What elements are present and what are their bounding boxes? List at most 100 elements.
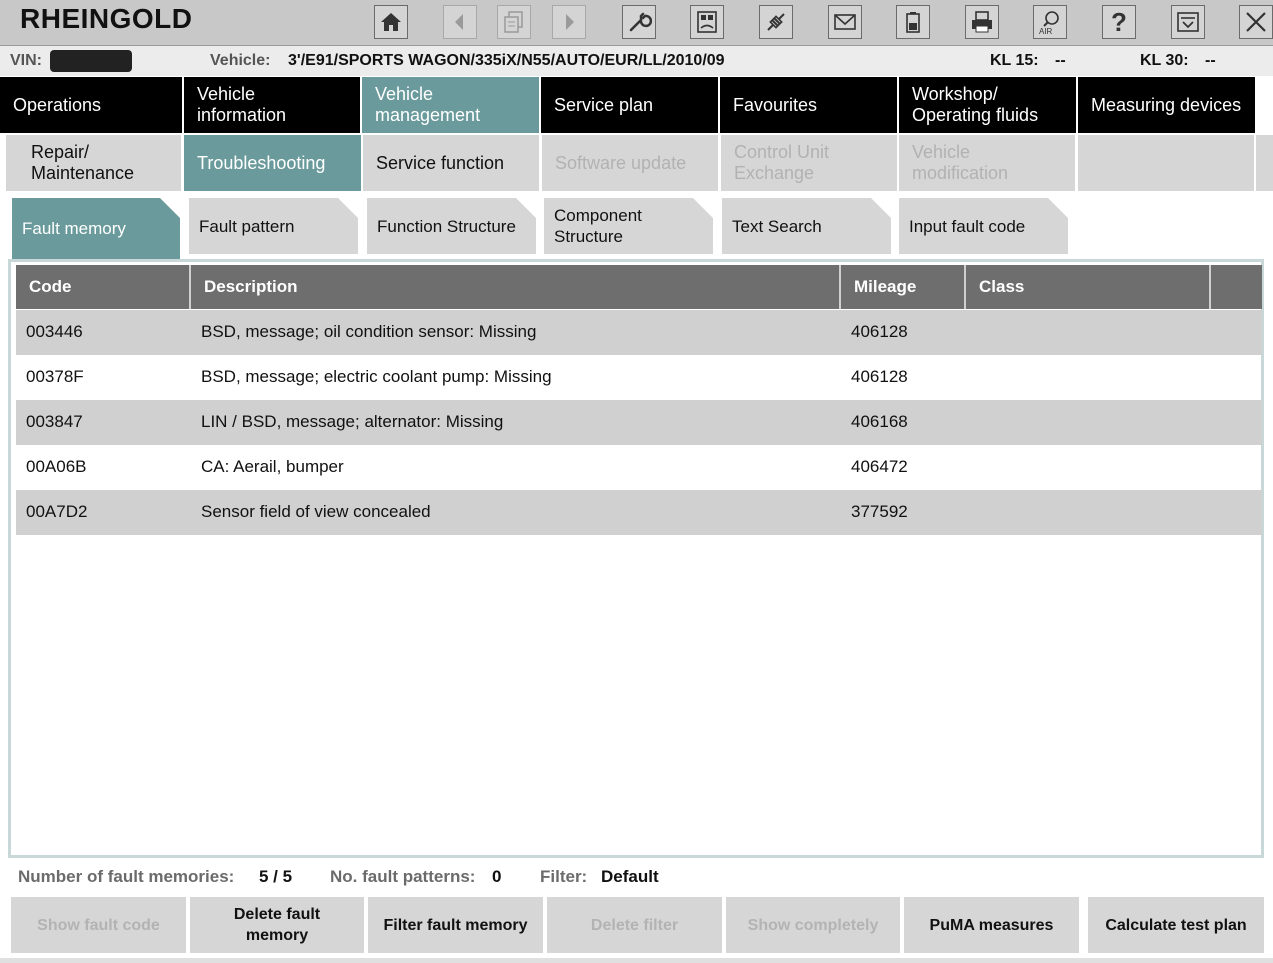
subnav-vehicle-modification[interactable]: Vehicle modification xyxy=(899,135,1075,191)
back-button[interactable] xyxy=(443,5,477,39)
tab-fault-memory[interactable]: Fault memory xyxy=(12,198,180,259)
minimize-icon xyxy=(1177,12,1199,32)
tab-corner xyxy=(338,198,358,218)
nav-operations[interactable]: Operations xyxy=(0,77,184,133)
nav-vehicle-management[interactable]: Vehicle management xyxy=(362,77,541,133)
show-fault-code-button[interactable]: Show fault code xyxy=(11,897,186,953)
delete-fault-memory-button[interactable]: Delete fault memory xyxy=(190,897,364,953)
subnav-troubleshooting[interactable]: Troubleshooting xyxy=(184,135,361,191)
cell-description: BSD, message; electric coolant pump: Mis… xyxy=(201,367,552,386)
forward-button[interactable] xyxy=(552,5,586,39)
calculator-button[interactable] xyxy=(690,5,724,39)
kl15-label: KL 15: xyxy=(990,52,1039,69)
nav-label: Workshop/ Operating fluids xyxy=(912,84,1039,125)
connection-button[interactable] xyxy=(759,5,793,39)
fault-memories-value: 5 / 5 xyxy=(259,867,293,886)
fault-patterns-value: 0 xyxy=(492,867,502,886)
subnav-empty xyxy=(1078,135,1254,191)
tab-text-search[interactable]: Text Search xyxy=(722,198,891,254)
column-header-description[interactable]: Description xyxy=(191,265,841,309)
subnav-service-function[interactable]: Service function xyxy=(363,135,539,191)
subnav-label: Repair/ Maintenance xyxy=(31,142,135,183)
tab-label: Fault memory xyxy=(22,219,126,238)
tab-label: Input fault code xyxy=(909,216,1026,236)
tab-corner xyxy=(516,198,536,218)
vehicle-label: Vehicle: xyxy=(210,52,271,69)
puma-measures-button[interactable]: PuMA measures xyxy=(904,897,1079,953)
fault-memory-panel: Code Description Mileage Class 003446 BS… xyxy=(8,259,1264,858)
tab-corner xyxy=(871,198,891,218)
svg-text:AIR: AIR xyxy=(1039,27,1053,35)
tab-function-structure[interactable]: Function Structure xyxy=(367,198,536,254)
nav-label: Operations xyxy=(13,94,102,115)
battery-icon xyxy=(906,12,920,33)
print-button[interactable] xyxy=(965,5,999,39)
tab-component-structure[interactable]: Component Structure xyxy=(544,198,713,254)
battery-button[interactable] xyxy=(896,5,930,39)
mail-icon xyxy=(834,14,856,30)
home-icon xyxy=(381,13,401,31)
table-row[interactable]: 00A06B CA: Aerail, bumper 406472 xyxy=(16,445,1262,490)
delete-filter-button[interactable]: Delete filter xyxy=(547,897,722,953)
mail-button[interactable] xyxy=(828,5,862,39)
show-completely-button[interactable]: Show completely xyxy=(726,897,900,953)
tab-label: Text Search xyxy=(732,216,822,236)
top-toolbar: RHEINGOLD AIR ? xyxy=(0,0,1273,46)
cell-mileage: 406168 xyxy=(851,412,908,431)
app-title: RHEINGOLD xyxy=(20,3,193,34)
nav-service-plan[interactable]: Service plan xyxy=(541,77,720,133)
table-row[interactable]: 003446 BSD, message; oil condition senso… xyxy=(16,310,1262,355)
table-row[interactable]: 00378F BSD, message; electric coolant pu… xyxy=(16,355,1262,400)
nav-measuring-devices[interactable]: Measuring devices xyxy=(1078,77,1257,133)
tab-corner xyxy=(693,198,713,218)
subnav-software-update[interactable]: Software update xyxy=(542,135,718,191)
nav-label: Measuring devices xyxy=(1091,94,1242,115)
subnav-control-unit-exchange[interactable]: Control Unit Exchange xyxy=(721,135,897,191)
kl30-value: -- xyxy=(1205,52,1216,69)
wrench-icon xyxy=(629,12,652,32)
vehicle-info-line: VIN: Vehicle: 3'/E91/SPORTS WAGON/335iX/… xyxy=(0,46,1273,76)
filter-value: Default xyxy=(601,867,659,886)
column-header-extra xyxy=(1211,265,1262,309)
service-button[interactable] xyxy=(622,5,656,39)
cell-mileage: 406472 xyxy=(851,457,908,476)
tab-corner xyxy=(160,198,180,218)
nav-label: Vehicle information xyxy=(197,84,287,125)
column-header-mileage[interactable]: Mileage xyxy=(841,265,966,309)
home-button[interactable] xyxy=(374,5,408,39)
filter-label: Filter: xyxy=(540,867,588,886)
tab-fault-pattern[interactable]: Fault pattern xyxy=(189,198,358,254)
column-header-code[interactable]: Code xyxy=(16,265,191,309)
cell-description: BSD, message; oil condition sensor: Miss… xyxy=(201,322,537,341)
documents-button[interactable] xyxy=(497,5,531,39)
cell-code: 003847 xyxy=(26,412,83,431)
air-button[interactable]: AIR xyxy=(1033,5,1067,39)
help-button[interactable]: ? xyxy=(1102,5,1136,39)
subnav-label: Control Unit Exchange xyxy=(734,142,830,183)
vehicle-value: 3'/E91/SPORTS WAGON/335iX/N55/AUTO/EUR/L… xyxy=(288,52,725,69)
filter-fault-memory-button[interactable]: Filter fault memory xyxy=(368,897,543,953)
cell-code: 00378F xyxy=(26,367,84,386)
nav-vehicle-information[interactable]: Vehicle information xyxy=(184,77,362,133)
tab-input-fault-code[interactable]: Input fault code xyxy=(899,198,1068,254)
fault-memories-label: Number of fault memories: xyxy=(18,867,235,886)
print-icon xyxy=(972,11,992,33)
table-header: Code Description Mileage Class xyxy=(16,265,1262,309)
cell-description: CA: Aerail, bumper xyxy=(201,457,344,476)
cell-code: 00A7D2 xyxy=(26,502,88,521)
nav-favourites[interactable]: Favourites xyxy=(720,77,899,133)
nav-workshop-operating-fluids[interactable]: Workshop/ Operating fluids xyxy=(899,77,1078,133)
cell-code: 003446 xyxy=(26,322,83,341)
subnav-repair-maintenance[interactable]: Repair/ Maintenance xyxy=(6,135,181,191)
close-icon xyxy=(1246,12,1266,32)
status-bar: Number of fault memories: 5 / 5 No. faul… xyxy=(0,864,1273,890)
fault-patterns-label: No. fault patterns: xyxy=(330,867,476,886)
close-button[interactable] xyxy=(1239,5,1273,39)
nav-label: Vehicle management xyxy=(375,84,481,125)
back-arrow-icon xyxy=(455,14,463,30)
minimize-button[interactable] xyxy=(1171,5,1205,39)
column-header-class[interactable]: Class xyxy=(966,265,1211,309)
calculate-test-plan-button[interactable]: Calculate test plan xyxy=(1088,897,1264,953)
table-row[interactable]: 003847 LIN / BSD, message; alternator: M… xyxy=(16,400,1262,445)
table-row[interactable]: 00A7D2 Sensor field of view concealed 37… xyxy=(16,490,1262,535)
